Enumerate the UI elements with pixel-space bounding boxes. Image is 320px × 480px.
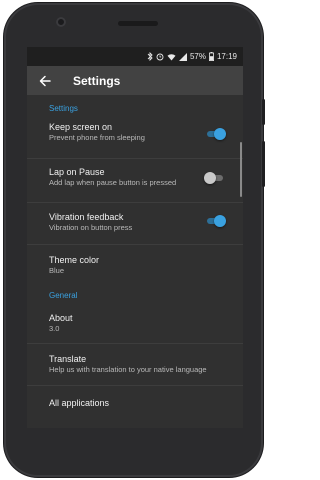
setting-subtitle: Help us with translation to your native … [49, 365, 207, 374]
status-bar: 57% 17:19 [27, 47, 243, 66]
setting-keep-screen-on[interactable]: Keep screen on Prevent phone from sleepi… [27, 115, 243, 159]
settings-list: Settings Keep screen on Prevent phone fr… [27, 95, 243, 416]
section-header-general: General [49, 291, 78, 300]
switch-thumb [214, 128, 226, 140]
earpiece-speaker [118, 21, 158, 26]
battery-icon [208, 52, 214, 61]
switch-thumb [214, 215, 226, 227]
setting-title: Theme color [49, 255, 100, 265]
setting-lap-on-pause[interactable]: Lap on Pause Add lap when pause button i… [27, 159, 243, 203]
bluetooth-icon [147, 52, 153, 61]
setting-title: Keep screen on [49, 122, 113, 132]
screen: 57% 17:19 Settings Settings Keep screen … [27, 47, 243, 428]
setting-subtitle: Vibration on button press [49, 223, 133, 232]
phone-frame: 57% 17:19 Settings Settings Keep screen … [4, 3, 265, 477]
keep-screen-on-switch[interactable] [205, 128, 226, 140]
app-bar: Settings [27, 66, 243, 95]
clock: 17:19 [216, 52, 237, 61]
arrow-back-icon[interactable] [39, 73, 55, 89]
signal-icon [178, 52, 187, 61]
section-header-settings: Settings [49, 104, 78, 113]
setting-subtitle: Blue [49, 266, 65, 275]
setting-translate[interactable]: Translate Help us with translation to yo… [27, 344, 243, 386]
volume-button [262, 141, 265, 187]
setting-title: Vibration feedback [49, 212, 124, 222]
setting-about[interactable]: About 3.0 [27, 302, 243, 344]
setting-title: About [49, 313, 73, 323]
vibration-feedback-switch[interactable] [205, 215, 226, 227]
setting-title: Translate [49, 354, 87, 364]
power-button [262, 99, 265, 125]
front-camera [56, 17, 66, 27]
setting-vibration-feedback[interactable]: Vibration feedback Vibration on button p… [27, 203, 243, 245]
page-title: Settings [73, 73, 121, 88]
wifi-icon [167, 53, 176, 61]
setting-subtitle: 3.0 [49, 324, 60, 333]
alarm-icon [156, 52, 164, 61]
setting-subtitle: Add lap when pause button is pressed [49, 178, 177, 187]
battery-percentage: 57% [189, 52, 206, 61]
setting-subtitle: Prevent phone from sleeping [49, 133, 145, 142]
scrollbar[interactable] [240, 142, 242, 197]
setting-theme-color[interactable]: Theme color Blue [27, 245, 243, 286]
setting-title: All applications [49, 398, 110, 408]
setting-title: Lap on Pause [49, 167, 105, 177]
switch-thumb [204, 172, 216, 184]
setting-all-applications[interactable]: All applications [27, 386, 243, 416]
lap-on-pause-switch[interactable] [204, 172, 225, 184]
